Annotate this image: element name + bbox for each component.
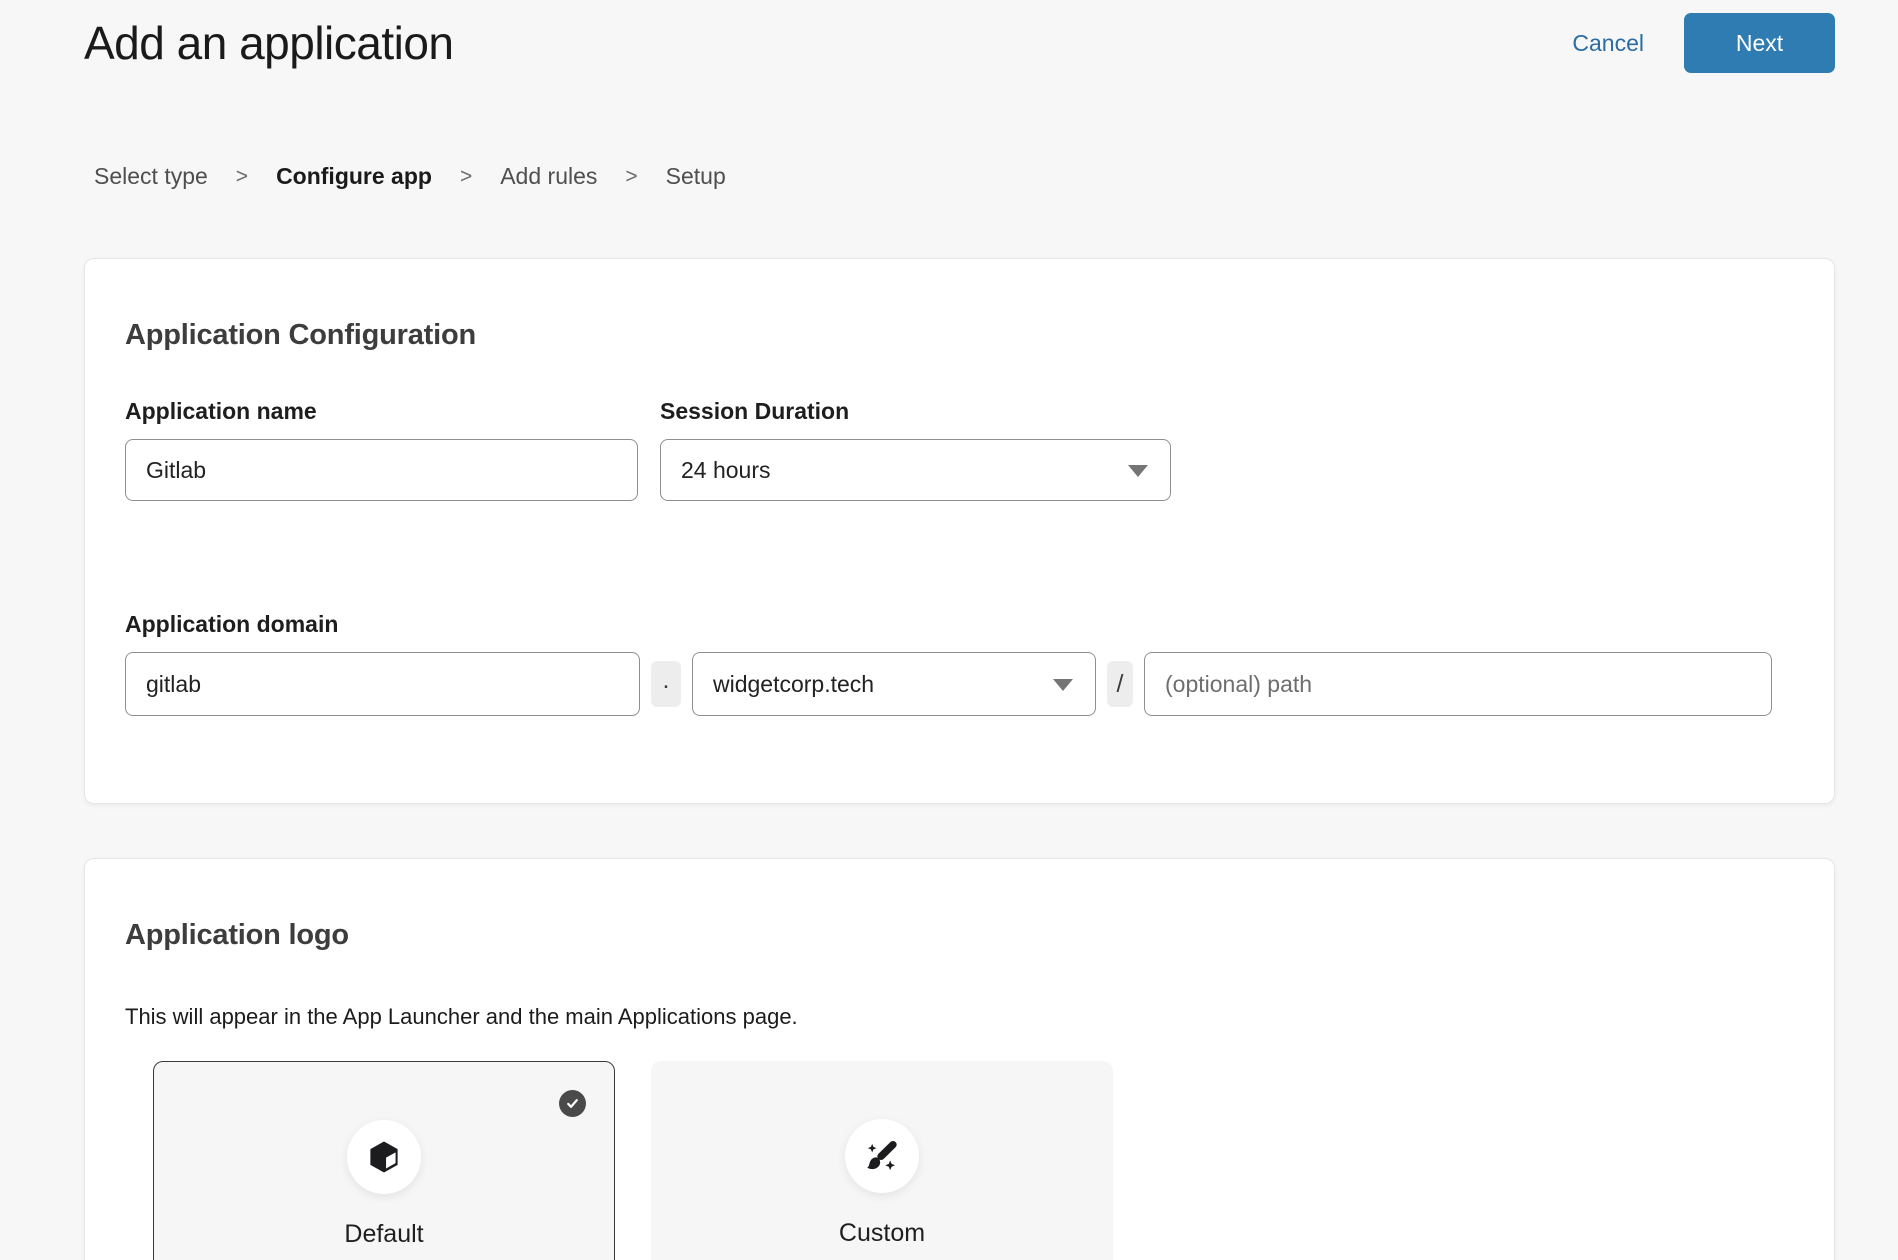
logo-option-custom[interactable]: Custom [651,1061,1113,1260]
default-logo-circle [347,1120,421,1194]
application-logo-card: Application logo This will appear in the… [84,858,1835,1260]
domain-select-value: widgetcorp.tech [713,671,874,698]
session-duration-value: 24 hours [681,457,771,484]
page-header: Add an application Cancel Next [0,0,1898,73]
session-duration-label: Session Duration [660,398,1171,425]
breadcrumb-separator-icon: > [236,165,248,189]
breadcrumb-separator-icon: > [460,165,472,189]
application-domain-label: Application domain [125,611,1779,638]
session-duration-field-group: Session Duration 24 hours [660,398,1171,501]
breadcrumb-step-setup[interactable]: Setup [666,163,726,190]
chevron-down-icon [1053,679,1073,691]
breadcrumb: Select type > Configure app > Add rules … [94,163,1898,190]
logo-options-row: Default Custom [153,1061,1779,1260]
custom-logo-circle [845,1119,919,1193]
breadcrumb-step-select-type[interactable]: Select type [94,163,208,190]
paintbrush-icon [862,1136,902,1176]
application-name-input[interactable] [125,439,638,501]
breadcrumb-step-configure-app[interactable]: Configure app [276,163,432,190]
cancel-button[interactable]: Cancel [1572,30,1644,57]
cube-icon [365,1138,403,1176]
application-configuration-card: Application Configuration Application na… [84,258,1835,804]
domain-dot-separator: . [651,661,681,707]
logo-option-default[interactable]: Default [153,1061,615,1260]
path-input[interactable] [1144,652,1772,716]
session-duration-select[interactable]: 24 hours [660,439,1171,501]
application-configuration-title: Application Configuration [125,319,1779,352]
header-actions: Cancel Next [1572,13,1835,73]
next-button[interactable]: Next [1684,13,1835,73]
application-name-label: Application name [125,398,638,425]
breadcrumb-separator-icon: > [625,165,637,189]
chevron-down-icon [1128,465,1148,477]
application-domain-row: . widgetcorp.tech / [125,652,1779,716]
logo-option-custom-label: Custom [651,1219,1113,1248]
check-icon [564,1095,581,1112]
selected-check-badge [559,1090,586,1117]
application-logo-title: Application logo [125,919,1779,952]
domain-select[interactable]: widgetcorp.tech [692,652,1096,716]
breadcrumb-step-add-rules[interactable]: Add rules [500,163,597,190]
name-duration-row: Application name Session Duration 24 hou… [125,398,1779,501]
subdomain-input[interactable] [125,652,640,716]
application-name-field-group: Application name [125,398,638,501]
page-title: Add an application [84,13,454,73]
path-slash-separator: / [1107,661,1133,707]
application-logo-description: This will appear in the App Launcher and… [125,1004,1779,1030]
logo-option-default-label: Default [154,1220,614,1249]
